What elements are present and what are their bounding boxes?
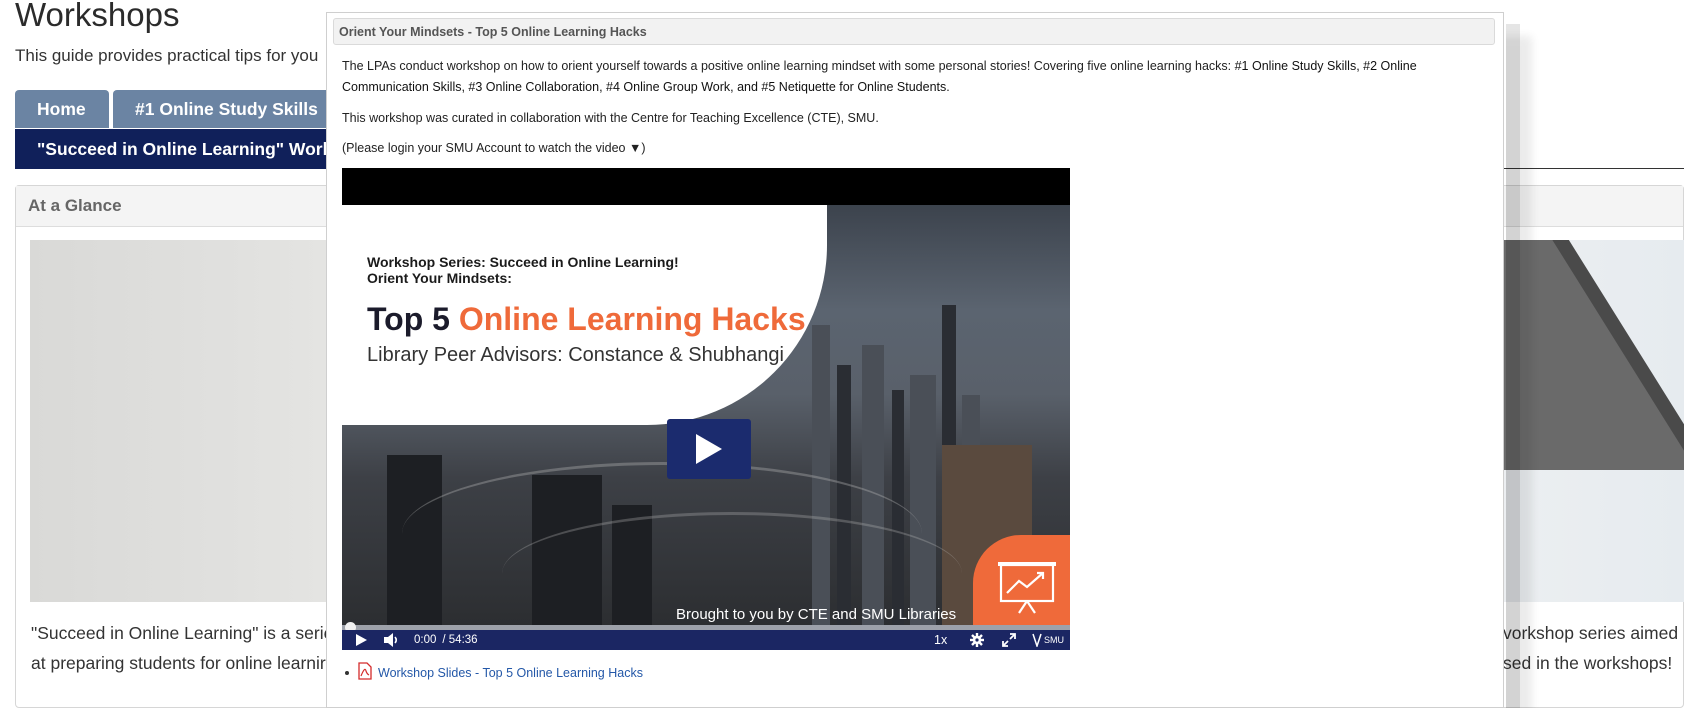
player-controls: 0:00 / 54:36 1x SMU [342,630,1070,650]
smu-crest-icon [1032,633,1042,647]
tab-succeed-online-learning[interactable]: "Succeed in Online Learning" Work [15,129,335,169]
main-title-prefix: Top 5 [367,301,459,337]
glance-text-right-2: sed in the workshops! [1503,653,1673,673]
duration: / 54:36 [442,634,478,646]
modal-title: Orient Your Mindsets - Top 5 Online Lear… [333,18,1495,45]
play-overlay-button[interactable] [667,419,751,479]
video-modal: Orient Your Mindsets - Top 5 Online Lear… [326,12,1504,708]
pdf-icon [357,662,373,683]
modal-login-note: (Please login your SMU Account to watch … [342,141,646,155]
bullet [345,670,349,675]
modal-description: The LPAs conduct workshop on how to orie… [342,56,1473,98]
description-prefix: The LPAs conduct workshop on how to orie… [342,59,1235,73]
volume-button[interactable] [380,633,404,647]
settings-button[interactable] [970,630,984,650]
video-thumbnail: Workshop Series: Succeed in Online Learn… [342,205,1070,625]
presentation-badge [973,535,1070,625]
main-title-accent: Online Learning Hacks [458,301,806,337]
expand-icon [1002,633,1016,647]
tab-online-study-skills[interactable]: #1 Online Study Skills [113,90,343,128]
modal-collaboration-note: This workshop was curated in collaborati… [342,111,879,125]
glance-text-left-2: at preparing students for online learnir [31,653,326,673]
presentation-chart-icon [998,562,1056,614]
gear-icon [970,633,984,647]
video-subtitle: Library Peer Advisors: Constance & Shubh… [367,344,784,366]
tablet-image [1500,240,1684,470]
page-description: This guide provides practical tips for y… [15,46,319,65]
series-line-2: Orient Your Mindsets: [367,270,512,286]
description-suffix: . [946,80,950,94]
play-icon [355,634,367,646]
play-icon [696,434,722,464]
play-button[interactable] [342,634,380,646]
fullscreen-button[interactable] [1002,630,1016,650]
series-line-1: Workshop Series: Succeed in Online Learn… [367,254,679,270]
title-card: Workshop Series: Succeed in Online Learn… [342,205,827,425]
video-player[interactable]: Workshop Series: Succeed in Online Learn… [342,168,1070,650]
volume-icon [384,633,398,647]
series-title: Workshop Series: Succeed in Online Learn… [367,254,679,286]
divider [1500,168,1684,169]
tab-home[interactable]: Home [15,90,109,128]
workshop-slides-link[interactable]: Workshop Slides - Top 5 Online Learning … [378,666,643,680]
brought-by-caption: Brought to you by CTE and SMU Libraries [676,606,957,623]
current-time: 0:00 [414,634,437,646]
slides-list-item: Workshop Slides - Top 5 Online Learning … [345,662,643,683]
glance-text-left-1: "Succeed in Online Learning" is a serie [31,623,334,643]
glance-text-right-1: vorkshop series aimed [1503,623,1679,643]
playback-speed-button[interactable]: 1x [934,630,947,650]
page-title: Workshops [15,0,180,33]
video-main-title: Top 5 Online Learning Hacks [367,301,806,338]
smu-logo-text: SMU [1044,635,1064,645]
smu-logo[interactable]: SMU [1032,630,1064,650]
